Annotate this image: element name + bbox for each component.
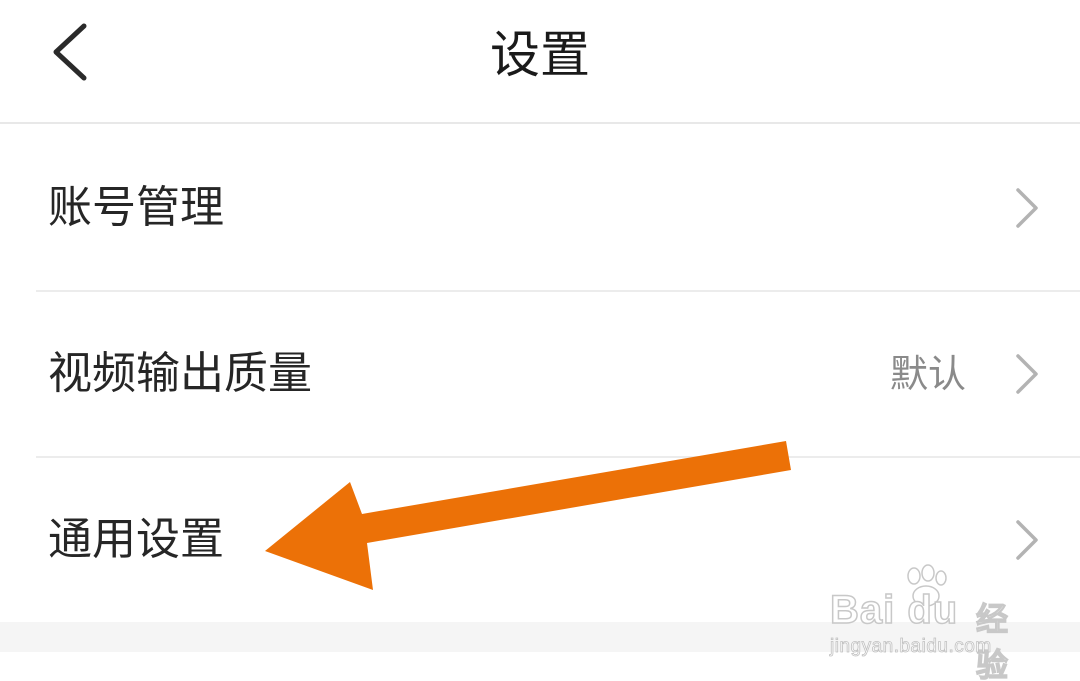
settings-item-value: 默认 — [889, 352, 966, 396]
back-button[interactable] — [30, 12, 110, 92]
settings-item-general[interactable]: 通用设置 — [0, 458, 1080, 622]
settings-item-video-quality[interactable]: 视频输出质量 默认 — [0, 292, 1080, 456]
settings-item-account[interactable]: 账号管理 — [0, 126, 1080, 290]
top-bar: 设置 — [0, 0, 1080, 124]
page-title: 设置 — [490, 26, 590, 84]
chevron-right-icon — [1016, 520, 1038, 560]
section-gap — [0, 622, 1080, 652]
settings-item-label: 视频输出质量 — [48, 348, 312, 399]
settings-item-label: 通用设置 — [48, 514, 224, 565]
chevron-left-icon — [53, 23, 87, 81]
chevron-right-icon — [1016, 354, 1038, 394]
settings-item-label: 账号管理 — [48, 182, 224, 233]
settings-screen: 设置 账号管理 视频输出质量 默认 通用设置 Bai du 经验 jingyan… — [0, 0, 1080, 681]
next-section — [0, 652, 1080, 681]
chevron-right-icon — [1016, 188, 1038, 228]
